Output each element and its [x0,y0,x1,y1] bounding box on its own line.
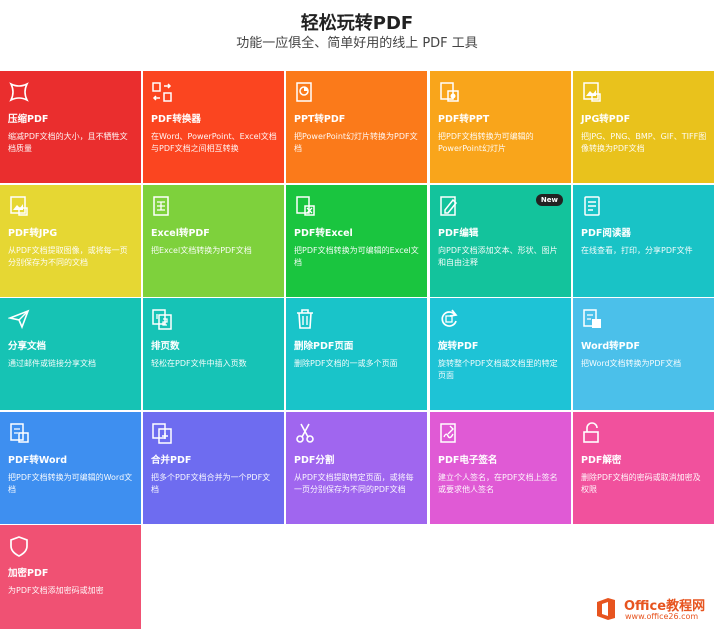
tool-tile[interactable]: Word转PDF 把Word文档转换为PDF文档 [573,298,714,410]
pdf-ppt-icon [438,81,460,103]
tool-tile[interactable]: PDF分割从PDF文档提取特定页面，或将每一页分别保存为不同的PDF文档 [286,412,427,524]
sign-icon [438,422,460,444]
tool-name: PDF解密 [581,455,622,466]
convert-icon [151,81,173,103]
page-number-icon [151,308,173,330]
tool-description: 把JPG、PNG、BMP、GIF、TIFF图像转换为PDF文档 [581,132,707,153]
tool-name: PPT转PDF [294,114,346,125]
ppt-icon [294,81,316,103]
tool-name: PDF阅读器 [581,228,631,239]
pdf-image-icon [8,195,30,217]
tool-tile[interactable]: PDF转PPT 把PDF文档转换为可编辑的PowerPoint幻灯片 [430,71,571,183]
tool-tile[interactable]: PDF转Excel 把PDF文档转换为可编辑的Excel文档 [286,185,427,297]
tool-description: 删除PDF文档的密码或取消加密及权限 [581,473,701,494]
tool-description: 把PowerPoint幻灯片转换为PDF文档 [294,132,418,153]
tool-name: 删除PDF页面 [294,341,354,352]
share-icon [8,308,30,330]
tool-name: 加密PDF [8,568,49,579]
tool-name: PDF转PPT [438,114,490,125]
tool-tile[interactable]: 旋转PDF 旋转整个PDF文档或文档里的特定页面 [430,298,571,410]
tool-description: 把PDF文档转换为可编辑的Word文档 [8,473,133,494]
tool-name: PDF转JPG [8,228,58,239]
tool-description: 为PDF文档添加密码或加密 [8,586,104,595]
unlock-icon [581,422,603,444]
tool-tile[interactable]: PPT转PDF 把PowerPoint幻灯片转换为PDF文档 [286,71,427,183]
tool-tile[interactable]: 删除PDF页面删除PDF文档的一或多个页面 [286,298,427,410]
tool-name: PDF转换器 [151,114,201,125]
page-header: 轻松玩转PDF 功能一应俱全、简单好用的线上 PDF 工具 [0,0,714,71]
tool-description: 向PDF文档添加文本、形状、图片和自由注释 [438,246,558,267]
tool-tile[interactable]: 分享文档通过邮件或链接分享文档 [0,298,141,410]
tool-description: 旋转整个PDF文档或文档里的特定页面 [438,359,558,380]
tool-description: 删除PDF文档的一或多个页面 [294,359,398,368]
word-icon [581,308,603,330]
page-subtitle: 功能一应俱全、简单好用的线上 PDF 工具 [236,36,478,51]
tool-tile[interactable]: PDF阅读器在线查看，打印，分享PDF文件 [573,185,714,297]
tool-name: JPG转PDF [581,114,631,125]
tool-name: PDF分割 [294,455,335,466]
tool-tile[interactable]: PDF转JPG 从PDF文档提取图像，或将每一页分别保存为不同的文档 [0,185,141,297]
pdf-excel-icon [294,195,316,217]
tool-name: 合并PDF [151,455,192,466]
tool-name: PDF电子签名 [438,455,498,466]
watermark-logo: Office教程网 www.office26.com [594,594,712,626]
tool-name: 分享文档 [8,341,47,352]
watermark-url: www.office26.com [625,612,699,621]
tool-description: 从PDF文档提取特定页面，或将每一页分别保存为不同的PDF文档 [294,473,414,494]
tool-tile[interactable]: PDF转换器在Word、PowerPoint、Excel文档与PDF文档之间相互… [143,71,284,183]
tool-tile[interactable]: 加密PDF 为PDF文档添加密码或加密 [0,525,141,629]
tool-tile[interactable]: Excel转PDF 把Excel文档转换为PDF文档 [143,185,284,297]
tool-name: 压缩PDF [8,114,49,125]
office-logo-icon [597,598,615,620]
tool-description: 在线查看，打印，分享PDF文件 [581,246,693,255]
tool-tile[interactable]: JPG转PDF 把JPG、PNG、BMP、GIF、TIFF图像转换为PDF文档 [573,71,714,183]
tool-tile[interactable]: 压缩PDF 缩减PDF文档的大小，且不牺牲文档质量 [0,71,141,183]
tool-description: 把多个PDF文档合并为一个PDF文档 [151,473,271,494]
tool-description: 在Word、PowerPoint、Excel文档与PDF文档之间相互转换 [151,132,277,153]
tool-description: 缩减PDF文档的大小，且不牺牲文档质量 [8,132,128,153]
pdf-word-icon [8,422,30,444]
shield-icon [8,535,30,557]
tool-name: PDF转Word [8,455,67,466]
trash-icon [294,308,316,330]
tool-description: 建立个人签名，在PDF文档上签名或要求他人签名 [438,473,558,494]
tool-tile[interactable]: 排页数轻松在PDF文件中插入页数 [143,298,284,410]
tool-description: 通过邮件或链接分享文档 [8,359,96,368]
tool-name: Word转PDF [581,341,640,352]
edit-icon [438,195,460,217]
reader-icon [581,195,603,217]
tool-name: Excel转PDF [151,228,210,239]
tool-description: 从PDF文档提取图像，或将每一页分别保存为不同的文档 [8,246,128,267]
rotate-icon [438,308,460,330]
image-icon [581,81,603,103]
tool-tile[interactable]: 合并PDF 把多个PDF文档合并为一个PDF文档 [143,412,284,524]
tool-tile[interactable]: PDF解密删除PDF文档的密码或取消加密及权限 [573,412,714,524]
tool-name: 排页数 [151,341,180,352]
tool-tile[interactable]: PDF电子签名建立个人签名，在PDF文档上签名或要求他人签名 [430,412,571,524]
excel-icon [151,195,173,217]
tool-name: 旋转PDF [438,341,479,352]
compress-icon [8,81,30,103]
tool-tile[interactable]: PDF转Word 把PDF文档转换为可编辑的Word文档 [0,412,141,524]
tool-description: 把PDF文档转换为可编辑的PowerPoint幻灯片 [438,132,534,153]
new-badge: New [535,194,563,206]
tool-tile[interactable]: PDF编辑向PDF文档添加文本、形状、图片和自由注释 New [430,185,571,297]
tool-description: 把Word文档转换为PDF文档 [581,359,682,368]
tool-description: 把Excel文档转换为PDF文档 [151,246,252,255]
scissors-icon [294,422,316,444]
tool-name: PDF编辑 [438,228,479,239]
tool-description: 把PDF文档转换为可编辑的Excel文档 [294,246,419,267]
tool-description: 轻松在PDF文件中插入页数 [151,359,247,368]
tool-name: PDF转Excel [294,228,353,239]
merge-icon [151,422,173,444]
